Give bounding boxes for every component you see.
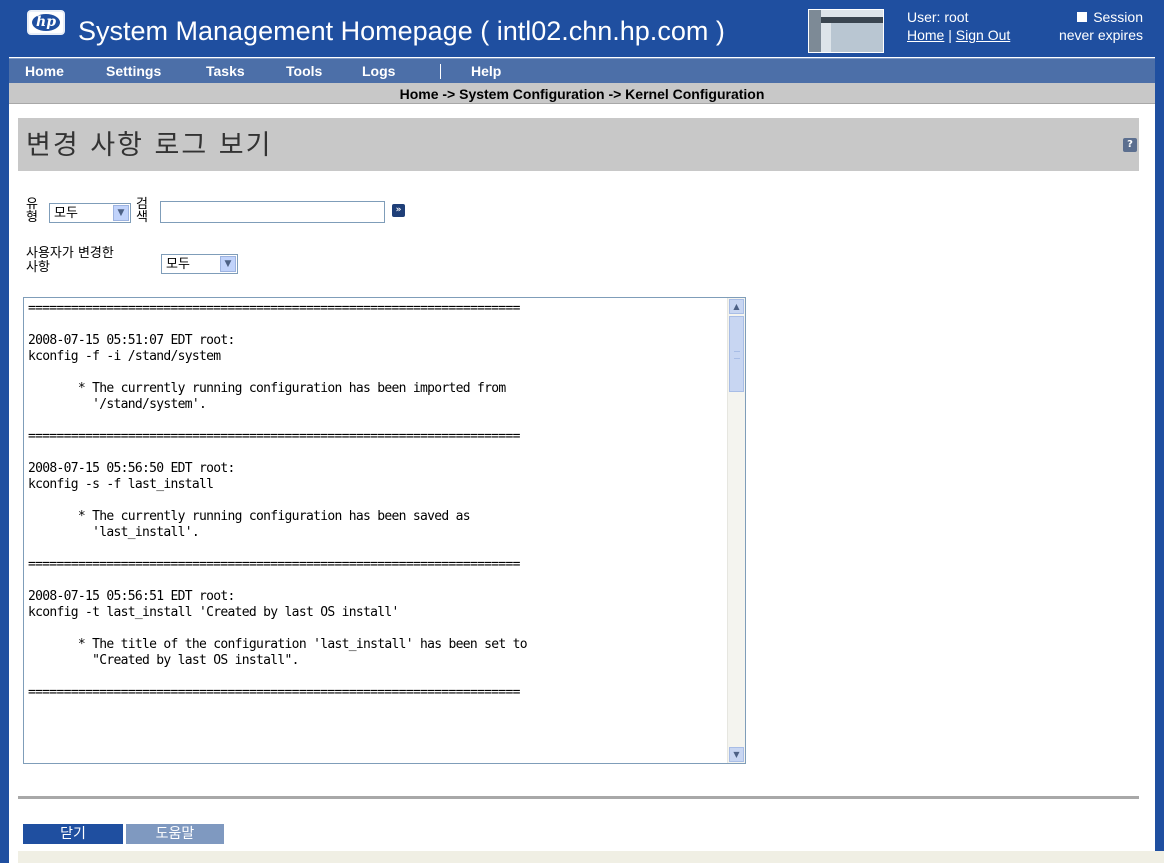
session-line2: never expires bbox=[1058, 27, 1143, 43]
help-icon[interactable]: ? bbox=[1123, 138, 1137, 152]
search-label-line2: 색 bbox=[136, 210, 148, 225]
user-changes-select[interactable]: 모두 ▼ bbox=[161, 254, 238, 274]
footer-bar bbox=[18, 851, 1164, 863]
main-nav: Home Settings Tasks Tools Logs Help bbox=[9, 58, 1155, 84]
log-scrollbar[interactable]: ▲ ▼ bbox=[727, 298, 745, 763]
page-title: 변경 사항 로그 보기 bbox=[26, 130, 273, 161]
help-button[interactable]: 도움말 bbox=[126, 824, 224, 844]
link-separator: | bbox=[944, 27, 956, 43]
user-area: User: root Home | Sign Out bbox=[907, 9, 1010, 43]
hp-logo-text: hp bbox=[32, 14, 60, 31]
nav-separator bbox=[440, 64, 441, 79]
session-status: Session never expires bbox=[1043, 9, 1143, 43]
close-button[interactable]: 닫기 bbox=[23, 824, 123, 844]
nav-item-help[interactable]: Help bbox=[471, 62, 501, 80]
breadcrumb: Home -> System Configuration -> Kernel C… bbox=[399, 86, 765, 102]
user-changes-label-line2: 사항 bbox=[26, 260, 50, 275]
change-log-text: ========================================… bbox=[28, 301, 528, 700]
type-select-value: 모두 bbox=[54, 206, 78, 221]
session-checkbox[interactable] bbox=[1077, 12, 1088, 22]
nav-item-home[interactable]: Home bbox=[25, 62, 64, 80]
scroll-up-icon[interactable]: ▲ bbox=[729, 299, 744, 314]
divider bbox=[18, 796, 1139, 799]
session-line1: Session bbox=[1093, 9, 1143, 25]
user-changes-label-line1: 사용자가 변경한 bbox=[26, 246, 114, 261]
header: hp System Management Homepage ( intl02.c… bbox=[0, 0, 1164, 57]
search-label: 검 색 bbox=[136, 198, 148, 224]
page-title-bar: 변경 사항 로그 보기 ? bbox=[18, 118, 1139, 171]
user-changes-label: 사용자가 변경한 사항 bbox=[26, 247, 114, 275]
chevron-down-icon[interactable]: ▼ bbox=[220, 256, 236, 272]
content-area: 변경 사항 로그 보기 ? 유 형 모두 ▼ 검 색 » 사용자가 변경한 사항… bbox=[9, 104, 1164, 863]
header-banner-image bbox=[808, 9, 884, 53]
change-log-textarea[interactable]: ========================================… bbox=[23, 297, 746, 764]
nav-item-tools[interactable]: Tools bbox=[286, 62, 322, 80]
nav-item-logs[interactable]: Logs bbox=[362, 62, 395, 80]
chevron-down-icon[interactable]: ▼ bbox=[113, 205, 129, 221]
search-input[interactable] bbox=[160, 201, 385, 223]
user-label: User: root bbox=[907, 9, 969, 25]
nav-item-tasks[interactable]: Tasks bbox=[206, 62, 245, 80]
type-select[interactable]: 모두 ▼ bbox=[49, 203, 131, 223]
nav-item-settings[interactable]: Settings bbox=[106, 62, 161, 80]
scrollbar-thumb[interactable] bbox=[729, 316, 744, 392]
type-label-line2: 형 bbox=[26, 210, 38, 225]
hp-logo-icon[interactable]: hp bbox=[27, 10, 65, 35]
go-arrow-icon[interactable]: » bbox=[392, 204, 405, 217]
user-changes-select-value: 모두 bbox=[166, 257, 190, 272]
sign-out-link[interactable]: Sign Out bbox=[956, 27, 1010, 43]
scroll-down-icon[interactable]: ▼ bbox=[729, 747, 744, 762]
type-label: 유 형 bbox=[26, 198, 38, 224]
breadcrumb-bar: Home -> System Configuration -> Kernel C… bbox=[9, 83, 1155, 104]
app-title: System Management Homepage ( intl02.chn.… bbox=[78, 16, 725, 46]
home-link[interactable]: Home bbox=[907, 27, 944, 43]
